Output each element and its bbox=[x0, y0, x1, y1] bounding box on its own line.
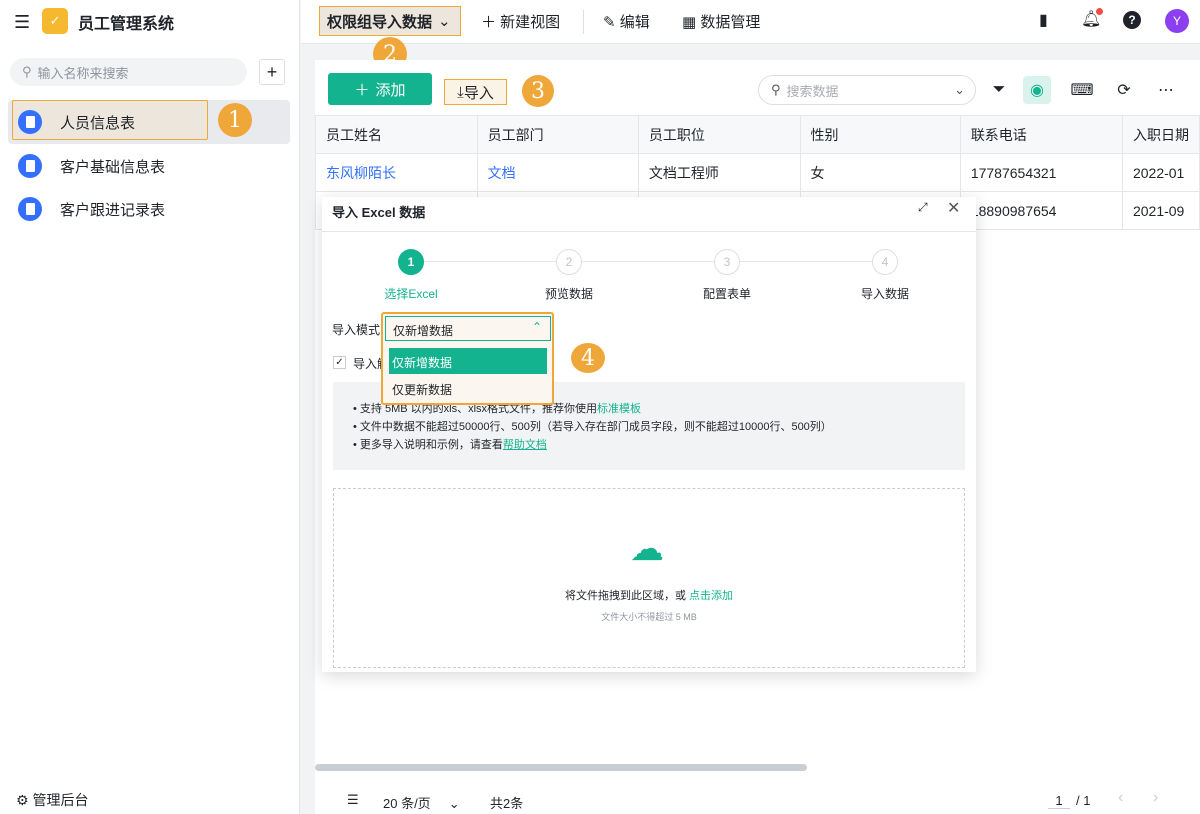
total-count: 共2条 bbox=[490, 796, 524, 811]
search-icon: ⚲ bbox=[771, 82, 781, 97]
step-label: 配置表单 bbox=[702, 287, 751, 301]
sidebar-item-customer-followup[interactable]: 客户跟进记录表 bbox=[8, 187, 290, 231]
chevron-down-icon: ⌄ bbox=[954, 82, 965, 97]
expand-icon[interactable]: ⤢ bbox=[918, 200, 928, 215]
annotation-badge-3: 3 bbox=[522, 75, 554, 107]
view-selector[interactable]: 权限组导入数据 ⌄ bbox=[319, 6, 461, 36]
bell-icon[interactable]: 🔔︎ bbox=[1081, 8, 1104, 29]
pencil-icon: ✎ bbox=[603, 14, 616, 31]
option-add-only[interactable]: 仅新增数据 bbox=[389, 348, 547, 374]
sidebar-item-customer-basic[interactable]: 客户基础信息表 bbox=[8, 144, 290, 188]
chevron-down-icon: ⌄ bbox=[448, 796, 460, 811]
option-update-only[interactable]: 仅更新数据 bbox=[389, 375, 547, 401]
step-3: 3 bbox=[714, 249, 740, 275]
table-cell[interactable]: 2022-01 bbox=[1121, 153, 1200, 192]
table-cell[interactable]: 文档工程师 bbox=[637, 153, 801, 192]
checkbox[interactable]: ✓ bbox=[333, 356, 346, 369]
table-cell[interactable]: 女 bbox=[799, 153, 961, 192]
admin-link[interactable]: ⚙ 管理后台 bbox=[16, 790, 88, 810]
tip-item: • 文件中数据不能超过50000行、500列（若导入存在部门成员字段，则不能超过… bbox=[353, 421, 832, 433]
step-4: 4 bbox=[872, 249, 898, 275]
topbar: 权限组导入数据 ⌄ ＋ 新建视图 ✎ 编辑 ▦ 数据管理 ▮ 🔔︎ ? Y bbox=[301, 0, 1200, 44]
app-title: 员工管理系统 bbox=[78, 16, 175, 33]
file-size-hint: 文件大小不得超过 5 MB bbox=[601, 612, 697, 622]
annotation-badge-4: 4 bbox=[571, 343, 605, 373]
table-row[interactable]: 东风柳陌长 文档 文档工程师 女 17787654321 2022-01 bbox=[315, 153, 1200, 192]
row-height-icon[interactable]: ☰ bbox=[347, 792, 359, 808]
step-1: 1 bbox=[398, 249, 424, 275]
doc-icon bbox=[18, 110, 42, 134]
search-icon: ⚲ bbox=[22, 64, 32, 79]
doc-icon bbox=[18, 197, 42, 221]
close-icon[interactable]: ✕ bbox=[947, 198, 960, 218]
annotation-badge-1: 1 bbox=[218, 103, 252, 137]
more-icon[interactable]: ⋯ bbox=[1152, 76, 1180, 104]
filter-icon[interactable]: ⏷ bbox=[985, 76, 1013, 104]
page-total: / 1 bbox=[1076, 793, 1091, 808]
next-page-icon[interactable]: › bbox=[1153, 789, 1158, 807]
help-doc-link[interactable]: 帮助文档 bbox=[503, 439, 547, 451]
table-icon: ▦ bbox=[682, 14, 697, 31]
new-view-button[interactable]: ＋ 新建视图 bbox=[481, 11, 560, 32]
help-icon[interactable]: ? bbox=[1123, 11, 1141, 29]
mode-select[interactable]: 仅新增数据 ⌃ bbox=[385, 316, 551, 341]
chevron-up-icon: ⌃ bbox=[531, 320, 542, 334]
column-header[interactable]: 员工姓名 bbox=[315, 115, 478, 154]
sidebar-search-input[interactable]: ⚲ 输入名称来搜索 bbox=[10, 58, 247, 86]
sidebar: ☰ ✓ 员工管理系统 ⚲ 输入名称来搜索 + 人员信息表 1 客户基础信息表 客户… bbox=[0, 0, 300, 814]
refresh-icon[interactable]: ⟳ bbox=[1110, 76, 1138, 104]
dialog-title: 导入 Excel 数据 bbox=[332, 205, 426, 220]
table-cell[interactable]: 18890987654 bbox=[959, 191, 1123, 230]
horizontal-scrollbar[interactable] bbox=[315, 764, 807, 771]
app-logo-icon: ✓ bbox=[42, 8, 68, 34]
template-link[interactable]: 标准模板 bbox=[597, 403, 641, 415]
step-2: 2 bbox=[556, 249, 582, 275]
tip-item: • 更多导入说明和示例，请查看帮助文档 bbox=[353, 439, 547, 451]
table-cell[interactable]: 17787654321 bbox=[959, 153, 1123, 192]
data-search-input[interactable]: ⚲ 搜索数据 ⌄ bbox=[758, 75, 976, 105]
column-header[interactable]: 性别 bbox=[799, 115, 961, 154]
table-header-row: 员工姓名 员工部门 员工职位 性别 联系电话 入职日期 bbox=[315, 115, 1200, 154]
menu-icon[interactable]: ☰ bbox=[14, 12, 30, 33]
page-size-select[interactable]: 20 条/页 ⌄ bbox=[383, 793, 460, 812]
table-cell[interactable]: 东风柳陌长 bbox=[315, 153, 478, 192]
download-icon: ⤓ bbox=[457, 83, 464, 101]
doc-icon bbox=[18, 154, 42, 178]
click-add-link[interactable]: 点击添加 bbox=[689, 590, 733, 602]
edit-button[interactable]: ✎ 编辑 bbox=[603, 11, 650, 32]
file-drop-zone[interactable]: ☁ 将文件拖拽到此区域，或 点击添加 文件大小不得超过 5 MB bbox=[333, 488, 965, 668]
prev-page-icon[interactable]: ‹ bbox=[1118, 789, 1123, 807]
book-icon[interactable]: ▮ bbox=[1039, 10, 1048, 30]
cloud-upload-icon: ☁ bbox=[630, 530, 664, 568]
mode-label: 导入模式 bbox=[332, 323, 381, 337]
chevron-down-icon: ⌄ bbox=[438, 13, 451, 30]
data-manage-button[interactable]: ▦ 数据管理 bbox=[682, 11, 760, 32]
view-icon[interactable]: ◉ bbox=[1023, 76, 1051, 104]
keyboard-icon[interactable]: ⌨ bbox=[1068, 76, 1096, 104]
avatar[interactable]: Y bbox=[1165, 9, 1189, 33]
page-input[interactable]: 1 bbox=[1048, 793, 1070, 809]
import-excel-dialog: 导入 Excel 数据 ⤢ ✕ 1 2 3 4 选择Excel 预览数据 配置表… bbox=[322, 197, 976, 672]
add-table-button[interactable]: + bbox=[259, 59, 285, 85]
gear-icon: ⚙ bbox=[16, 792, 29, 808]
step-label: 预览数据 bbox=[544, 287, 593, 301]
column-header[interactable]: 入职日期 bbox=[1121, 115, 1200, 154]
add-button[interactable]: ＋ 添加 bbox=[328, 73, 432, 105]
import-button[interactable]: ⤓ 导入 bbox=[444, 79, 507, 105]
table-cell[interactable]: 2021-09 bbox=[1121, 191, 1200, 230]
column-header[interactable]: 联系电话 bbox=[959, 115, 1123, 154]
step-label: 导入数据 bbox=[860, 287, 909, 301]
step-label: 选择Excel bbox=[384, 287, 438, 301]
table-cell[interactable]: 文档 bbox=[476, 153, 639, 192]
column-header[interactable]: 员工职位 bbox=[637, 115, 801, 154]
column-header[interactable]: 员工部门 bbox=[476, 115, 639, 154]
